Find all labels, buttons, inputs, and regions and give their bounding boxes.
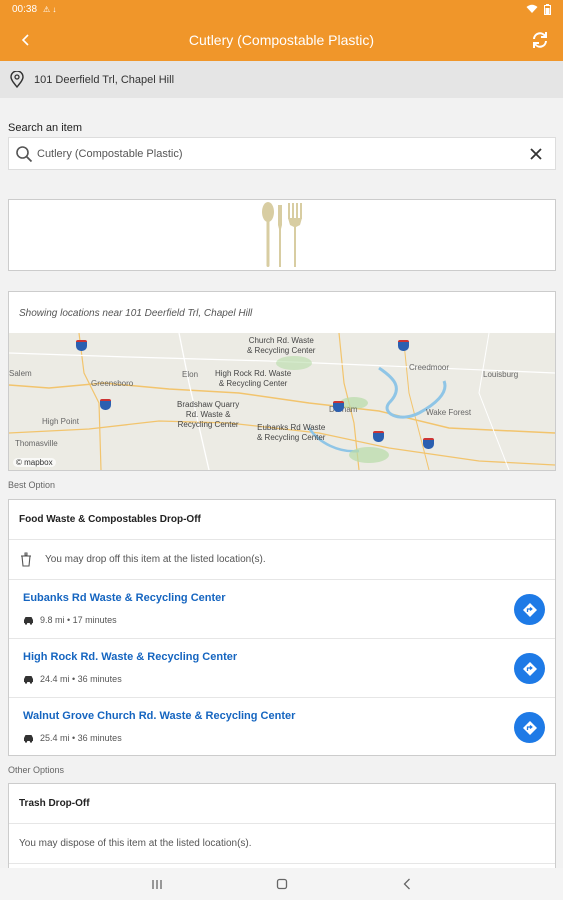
system-nav-bar (0, 868, 563, 900)
car-icon (23, 616, 34, 625)
map-marker-label[interactable]: Eubanks Rd Waste & Recycling Center (257, 423, 325, 443)
status-time: 00:38 (12, 3, 38, 15)
directions-button[interactable] (514, 653, 545, 684)
map-city: High Point (42, 417, 79, 426)
nav-back-button[interactable] (397, 874, 417, 894)
highway-shield-icon (398, 340, 409, 351)
highway-shield-icon (76, 340, 87, 351)
wifi-icon (526, 4, 538, 13)
location-meta: 24.4 mi • 36 minutes (23, 674, 122, 684)
location-name-link[interactable]: High Rock Rd. Waste & Recycling Center (23, 651, 237, 663)
address-text: 101 Deerfield Trl, Chapel Hill (34, 73, 175, 86)
best-option-card: Food Waste & Compostables Drop-Off You m… (8, 499, 556, 756)
best-option-label: Best Option (8, 480, 56, 490)
battery-icon (544, 3, 551, 15)
car-icon (23, 675, 34, 684)
highway-shield-icon (333, 401, 344, 412)
map-city: Elon (182, 370, 199, 379)
map-city: Louisburg (483, 370, 519, 379)
directions-button[interactable] (514, 594, 545, 625)
location-pin-icon (10, 71, 28, 89)
car-icon (23, 734, 34, 743)
map-city: Wake Forest (426, 408, 472, 417)
highway-shield-icon (423, 438, 434, 449)
address-bar[interactable]: 101 Deerfield Trl, Chapel Hill (0, 61, 563, 98)
search-label: Search an item (8, 122, 82, 134)
best-option-info: You may drop off this item at the listed… (9, 540, 555, 580)
location-meta: 9.8 mi • 17 minutes (23, 615, 117, 625)
map-marker-label[interactable]: Bradshaw Quarry Rd. Waste & Recycling Cent… (177, 400, 239, 430)
map-city: Thomasville (15, 439, 58, 448)
directions-icon (522, 661, 537, 676)
other-option-card: Trash Drop-Off You may dispose of this i… (8, 783, 556, 868)
item-image (8, 199, 556, 271)
location-name-link[interactable]: Walnut Grove Church Rd. Waste & Recyclin… (23, 710, 295, 722)
notification-icons: ⚠ ↓ (43, 4, 57, 14)
map-card: Showing locations near 101 Deerfield Trl… (8, 291, 556, 471)
clear-search-button[interactable] (521, 139, 551, 169)
refresh-button[interactable] (527, 27, 553, 53)
location-name-link[interactable]: Eubanks Rd Waste & Recycling Center (23, 592, 226, 604)
highway-shield-icon (373, 431, 384, 442)
chevron-left-icon (21, 34, 29, 46)
back-button[interactable] (14, 28, 38, 52)
cutlery-icon (262, 202, 302, 267)
status-right (526, 3, 551, 15)
mapbox-attribution[interactable]: © mapbox (13, 458, 56, 467)
location-meta: 25.4 mi • 36 minutes (23, 733, 122, 743)
search-icon (16, 145, 33, 162)
directions-icon (522, 720, 537, 735)
recents-icon (151, 879, 162, 889)
other-option-title: Trash Drop-Off (9, 784, 555, 824)
map-city: Salem (9, 369, 32, 378)
search-input[interactable] (37, 147, 521, 160)
near-location-text: Showing locations near 101 Deerfield Trl… (19, 308, 253, 319)
directions-icon (522, 602, 537, 617)
info-text: You may drop off this item at the listed… (45, 554, 266, 565)
back-icon (403, 878, 410, 890)
refresh-icon (533, 32, 547, 48)
page-title: Cutlery (Compostable Plastic) (188, 31, 375, 48)
map-marker-label[interactable]: Church Rd. Waste & Recycling Center (247, 336, 315, 356)
status-bar: 00:38 ⚠ ↓ (0, 0, 563, 18)
recents-button[interactable] (147, 874, 167, 894)
location-row[interactable]: High Rock Rd. Waste & Recycling Center 2… (9, 639, 555, 698)
location-row[interactable]: Eubanks Rd Waste & Recycling Center 9.8 … (9, 580, 555, 639)
search-box (8, 137, 556, 170)
map-marker-label[interactable]: High Rock Rd. Waste & Recycling Center (215, 369, 291, 389)
directions-button[interactable] (514, 712, 545, 743)
recycle-bin-icon (19, 552, 33, 567)
other-option-info: You may dispose of this item at the list… (9, 824, 555, 864)
close-icon (530, 147, 542, 160)
other-options-label: Other Options (8, 765, 65, 775)
map-view[interactable]: Church Rd. Waste & Recycling Center High … (9, 333, 555, 470)
map-city: Creedmoor (409, 363, 450, 372)
highway-shield-icon (100, 399, 111, 410)
map-city: Greensboro (91, 379, 134, 388)
app-bar: Cutlery (Compostable Plastic) (0, 18, 563, 61)
location-row[interactable]: Walnut Grove Church Rd. Waste & Recyclin… (9, 698, 555, 757)
home-icon (276, 878, 287, 890)
home-button[interactable] (272, 874, 292, 894)
best-option-title: Food Waste & Compostables Drop-Off (9, 500, 555, 540)
